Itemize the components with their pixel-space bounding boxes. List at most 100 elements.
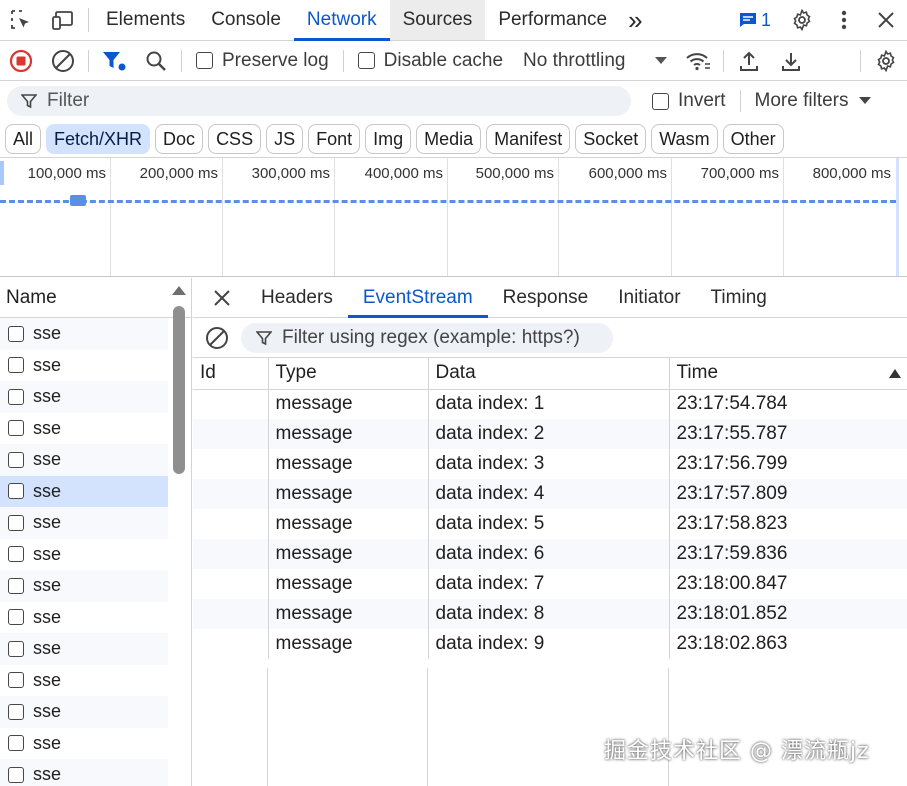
- inspect-element-icon[interactable]: [0, 0, 42, 40]
- record-stop-icon[interactable]: [0, 41, 42, 81]
- throttling-select[interactable]: No throttling: [513, 50, 677, 72]
- column-divider: [267, 668, 268, 786]
- tab-initiator[interactable]: Initiator: [603, 278, 695, 317]
- event-row[interactable]: message data index: 3 23:17:56.799: [193, 449, 907, 479]
- chip-other[interactable]: Other: [722, 124, 784, 154]
- column-header-data[interactable]: Data: [428, 358, 670, 390]
- event-cell-id: [193, 389, 269, 419]
- chip-fetch-xhr[interactable]: Fetch/XHR: [46, 124, 151, 154]
- settings-gear-icon[interactable]: [781, 9, 823, 31]
- disable-cache-checkbox[interactable]: Disable cache: [348, 50, 513, 72]
- request-row[interactable]: sse: [0, 507, 168, 539]
- request-row[interactable]: sse: [0, 413, 168, 445]
- request-row[interactable]: sse: [0, 665, 168, 697]
- request-name: sse: [33, 638, 62, 659]
- column-header-type[interactable]: Type: [268, 358, 429, 390]
- close-devtools-icon[interactable]: [865, 11, 907, 29]
- request-list: Name sse sse sse sse sse sse sse sse sse sse sse ss…: [0, 278, 192, 786]
- preserve-log-box[interactable]: [196, 52, 213, 69]
- tab-headers[interactable]: Headers: [251, 278, 348, 317]
- timeline-right-handle[interactable]: [896, 158, 899, 276]
- chip-socket[interactable]: Socket: [575, 124, 647, 154]
- timeline-left-handle[interactable]: [0, 161, 4, 185]
- network-conditions-wifi-icon[interactable]: [677, 41, 719, 81]
- request-row[interactable]: sse: [0, 444, 168, 476]
- event-row[interactable]: message data index: 4 23:17:57.809: [193, 479, 907, 509]
- request-list-scrollbar[interactable]: [173, 306, 185, 474]
- close-detail-icon[interactable]: [193, 278, 251, 317]
- column-header-time[interactable]: Time: [669, 358, 907, 390]
- chip-manifest[interactable]: Manifest: [486, 124, 571, 154]
- event-row[interactable]: message data index: 8 23:18:01.852: [193, 599, 907, 629]
- network-settings-gear-icon[interactable]: [865, 41, 907, 81]
- request-type-icon: [8, 640, 24, 657]
- event-row[interactable]: message data index: 2 23:17:55.787: [193, 419, 907, 449]
- tab-console[interactable]: Console: [198, 0, 294, 40]
- request-row[interactable]: sse: [0, 381, 168, 413]
- tab-performance[interactable]: Performance: [485, 0, 620, 40]
- export-har-download-icon[interactable]: [770, 41, 812, 81]
- event-row[interactable]: message data index: 1 23:17:54.784: [193, 389, 907, 419]
- timeline-tick-label: 200,000 ms: [139, 165, 218, 182]
- request-type-icon: [8, 420, 24, 437]
- clear-block-icon[interactable]: [42, 41, 84, 81]
- import-har-upload-icon[interactable]: [728, 41, 770, 81]
- device-toolbar-icon[interactable]: [42, 0, 84, 40]
- chip-img[interactable]: Img: [365, 124, 412, 154]
- resource-type-chips: All Fetch/XHR Doc CSS JS Font Img Media …: [0, 121, 907, 157]
- event-row[interactable]: message data index: 5 23:17:58.823: [193, 509, 907, 539]
- request-row[interactable]: sse: [0, 350, 168, 382]
- network-overview-timeline[interactable]: 100,000 ms 200,000 ms 300,000 ms 400,000…: [0, 157, 907, 277]
- toolbar-divider: [860, 49, 861, 72]
- event-row[interactable]: message data index: 6 23:17:59.836: [193, 539, 907, 569]
- request-row[interactable]: sse: [0, 318, 168, 350]
- invert-checkbox[interactable]: Invert: [642, 90, 736, 112]
- filter-funnel-icon[interactable]: [93, 41, 135, 81]
- tab-response[interactable]: Response: [488, 278, 604, 317]
- request-row[interactable]: sse: [0, 602, 168, 634]
- more-filters-dropdown[interactable]: More filters: [745, 90, 881, 112]
- column-header-id[interactable]: Id: [193, 358, 269, 390]
- scroll-up-arrow-icon[interactable]: [172, 286, 186, 295]
- event-cell-data: data index: 5: [428, 509, 670, 539]
- chip-js[interactable]: JS: [266, 124, 304, 154]
- chip-font[interactable]: Font: [308, 124, 361, 154]
- request-row[interactable]: sse: [0, 759, 168, 786]
- event-cell-type: message: [268, 539, 429, 569]
- request-row[interactable]: sse: [0, 728, 168, 760]
- search-icon[interactable]: [135, 41, 177, 81]
- tab-network[interactable]: Network: [293, 0, 390, 41]
- event-row[interactable]: message data index: 9 23:18:02.863: [193, 629, 907, 659]
- tab-elements[interactable]: Elements: [93, 0, 198, 40]
- request-type-icon: [8, 388, 24, 405]
- timeline-tick-label: 800,000 ms: [812, 165, 891, 182]
- name-column-header[interactable]: Name: [0, 278, 191, 318]
- tab-eventstream[interactable]: EventStream: [347, 278, 488, 318]
- network-toolbar: Preserve log Disable cache No throttling: [0, 41, 907, 81]
- eventstream-filter-input[interactable]: Filter using regex (example: https?): [241, 322, 613, 353]
- filter-input[interactable]: Filter: [7, 86, 631, 116]
- chip-all[interactable]: All: [5, 124, 42, 154]
- tab-sources[interactable]: Sources: [389, 0, 486, 40]
- chip-css[interactable]: CSS: [208, 124, 262, 154]
- kebab-menu-icon[interactable]: [823, 10, 865, 30]
- tab-timing[interactable]: Timing: [696, 278, 782, 317]
- disable-cache-box[interactable]: [357, 52, 375, 69]
- event-row[interactable]: message data index: 7 23:18:00.847: [193, 569, 907, 599]
- chip-wasm[interactable]: Wasm: [651, 124, 718, 154]
- request-row[interactable]: sse: [0, 633, 168, 665]
- request-row[interactable]: sse: [0, 475, 168, 507]
- request-row[interactable]: sse: [0, 696, 168, 728]
- event-cell-data: data index: 9: [428, 629, 670, 659]
- clear-events-block-icon[interactable]: [193, 326, 241, 350]
- invert-box[interactable]: [652, 92, 669, 110]
- preserve-log-checkbox[interactable]: Preserve log: [186, 50, 339, 72]
- chip-doc[interactable]: Doc: [155, 124, 204, 154]
- issues-badge[interactable]: 1: [729, 10, 781, 31]
- request-row[interactable]: sse: [0, 539, 168, 571]
- more-tabs-button[interactable]: »: [620, 0, 650, 40]
- request-row[interactable]: sse: [0, 570, 168, 602]
- timeline-tick-label: 100,000 ms: [27, 165, 106, 182]
- chip-media[interactable]: Media: [416, 124, 482, 154]
- watermark-text: 掘金技术社区 @ 漂流瓶jz: [604, 739, 870, 764]
